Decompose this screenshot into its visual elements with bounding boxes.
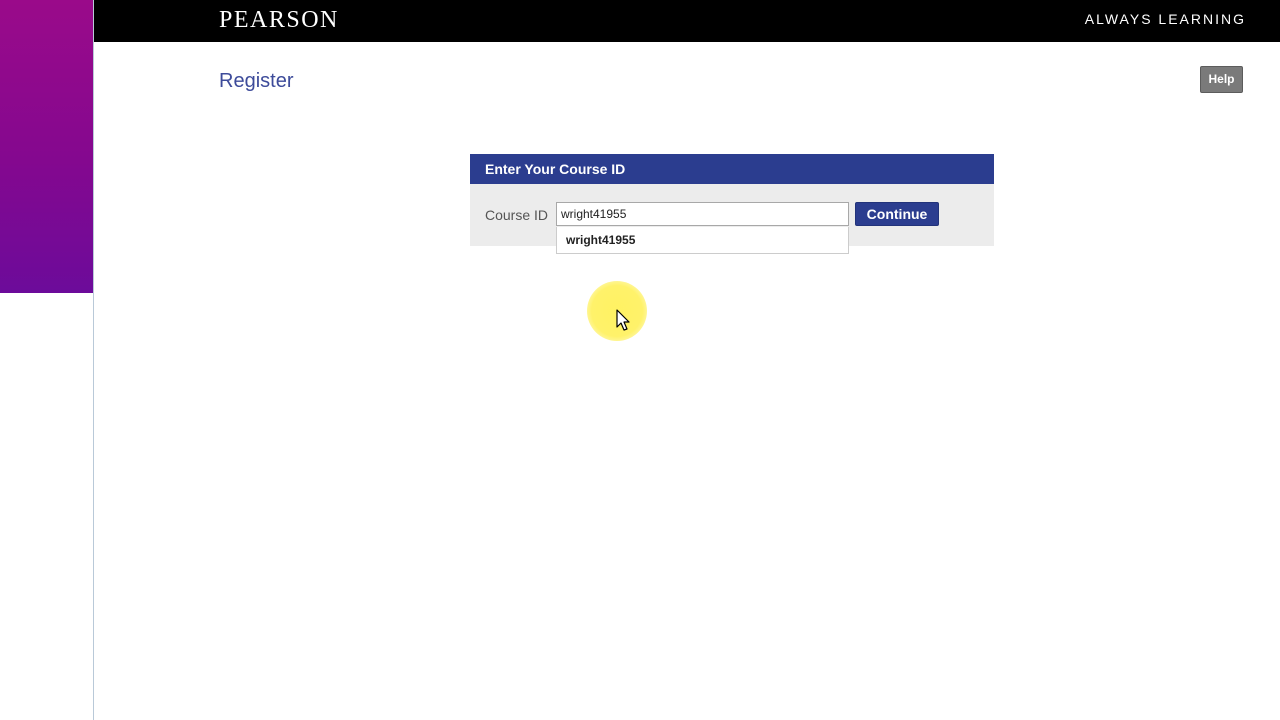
course-id-input[interactable]	[556, 202, 849, 226]
autocomplete-suggestion[interactable]: wright41955	[566, 233, 635, 247]
page-title: Register	[219, 70, 294, 92]
pearson-logo: PEARSON	[219, 7, 339, 33]
page-edge-divider	[93, 0, 94, 720]
course-id-label: Course ID	[485, 207, 549, 223]
continue-button[interactable]: Continue	[855, 202, 939, 226]
autocomplete-dropdown: wright41955	[556, 227, 849, 254]
help-button[interactable]: Help	[1200, 66, 1243, 93]
course-id-panel-heading: Enter Your Course ID	[470, 154, 994, 184]
purple-side-banner	[0, 0, 94, 293]
mouse-pointer-icon	[616, 309, 630, 331]
header-tagline: ALWAYS LEARNING	[1084, 11, 1246, 27]
left-side-strip	[0, 0, 94, 720]
